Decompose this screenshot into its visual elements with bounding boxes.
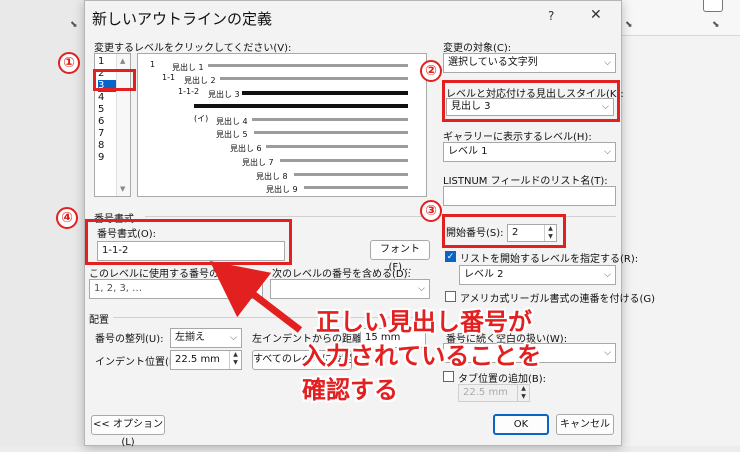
arrow-line (209, 260, 303, 333)
callout-line-1: 正しい見出し番号が (316, 308, 532, 336)
callout-line-3: 確認する (302, 376, 398, 404)
callout-line-2: 入力されていることを (302, 342, 542, 370)
